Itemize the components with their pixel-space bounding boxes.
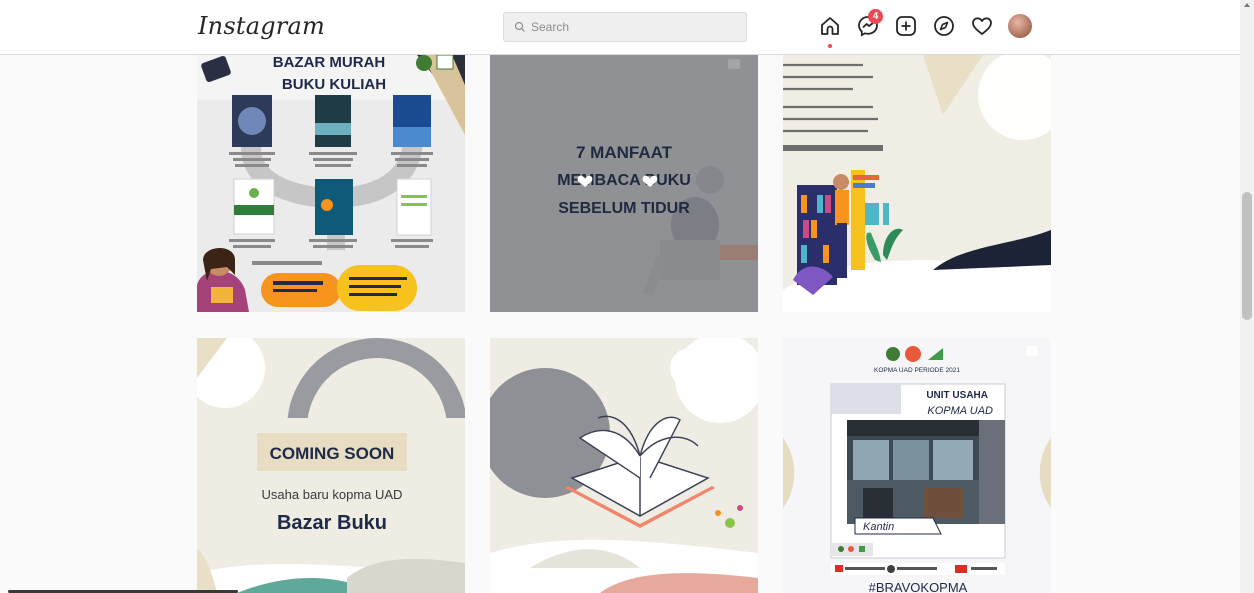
unit-line1: UNIT USAHA — [926, 390, 988, 401]
search-icon — [514, 21, 525, 32]
post-bazar-murah[interactable]: BAZAR MURAH BUKU KULIAH — [197, 55, 465, 312]
post-image: 7 MANFAAT MEMBACA BUKU SEBELUM TIDUR — [490, 55, 758, 312]
post-kantin-kopma[interactable]: KOPMA UAD PERIODE 2021 UNIT USAHA KOPMA … — [783, 338, 1051, 593]
top-nav-bar: Instagram Search 4 — [0, 0, 1240, 55]
search-placeholder: Search — [531, 20, 570, 34]
home-button[interactable] — [818, 14, 842, 48]
heart-icon — [972, 17, 992, 35]
post-image: COMING SOON Usaha baru kopma UAD Bazar B… — [197, 338, 465, 593]
post-image: KOPMA UAD PERIODE 2021 UNIT USAHA KOPMA … — [783, 338, 1051, 593]
post-open-book[interactable] — [490, 338, 758, 593]
profile-button[interactable] — [1008, 14, 1032, 38]
post-title-line1: BAZAR MURAH — [273, 55, 386, 71]
hashtag-text: #BRAVOKOPMA — [869, 580, 968, 593]
post-line3: SEBELUM TIDUR — [558, 200, 690, 217]
banner-text: COMING SOON — [270, 444, 395, 463]
post-coming-soon[interactable]: COMING SOON Usaha baru kopma UAD Bazar B… — [197, 338, 465, 593]
header-text: KOPMA UAD PERIODE 2021 — [874, 367, 960, 374]
scroll-up-icon[interactable] — [1244, 3, 1250, 7]
avatar — [1008, 14, 1032, 38]
plus-square-icon — [896, 16, 916, 36]
messages-badge: 4 — [868, 9, 883, 24]
search-input[interactable]: Search — [503, 12, 747, 42]
activity-button[interactable] — [970, 14, 994, 38]
post-image — [490, 338, 758, 593]
messages-button[interactable]: 4 — [856, 9, 883, 38]
post-manfaat-membaca[interactable]: 7 MANFAAT MEMBACA BUKU SEBELUM TIDUR — [490, 55, 758, 312]
active-dot — [828, 44, 832, 48]
post-line2: MEMBACA BUKU — [557, 172, 691, 189]
post-bookshelf-illustration[interactable] — [783, 55, 1051, 312]
post-line1: 7 MANFAAT — [576, 143, 673, 162]
instagram-logo[interactable]: Instagram — [198, 12, 325, 40]
scrollbar[interactable] — [1240, 0, 1254, 593]
post-image: BAZAR MURAH BUKU KULIAH — [197, 55, 465, 312]
kantin-label: Kantin — [863, 521, 894, 533]
home-icon — [821, 17, 839, 35]
unit-line2: KOPMA UAD — [927, 405, 993, 417]
post-image — [783, 55, 1051, 312]
post-title-line2: BUKU KULIAH — [282, 76, 386, 93]
explore-button[interactable] — [932, 14, 956, 38]
compass-icon — [934, 16, 954, 36]
new-post-button[interactable] — [894, 14, 918, 38]
scrollbar-thumb[interactable] — [1242, 192, 1252, 320]
nav-icons: 4 — [818, 9, 1032, 48]
subtitle-text: Usaha baru kopma UAD — [262, 487, 403, 502]
title-text: Bazar Buku — [277, 512, 387, 534]
